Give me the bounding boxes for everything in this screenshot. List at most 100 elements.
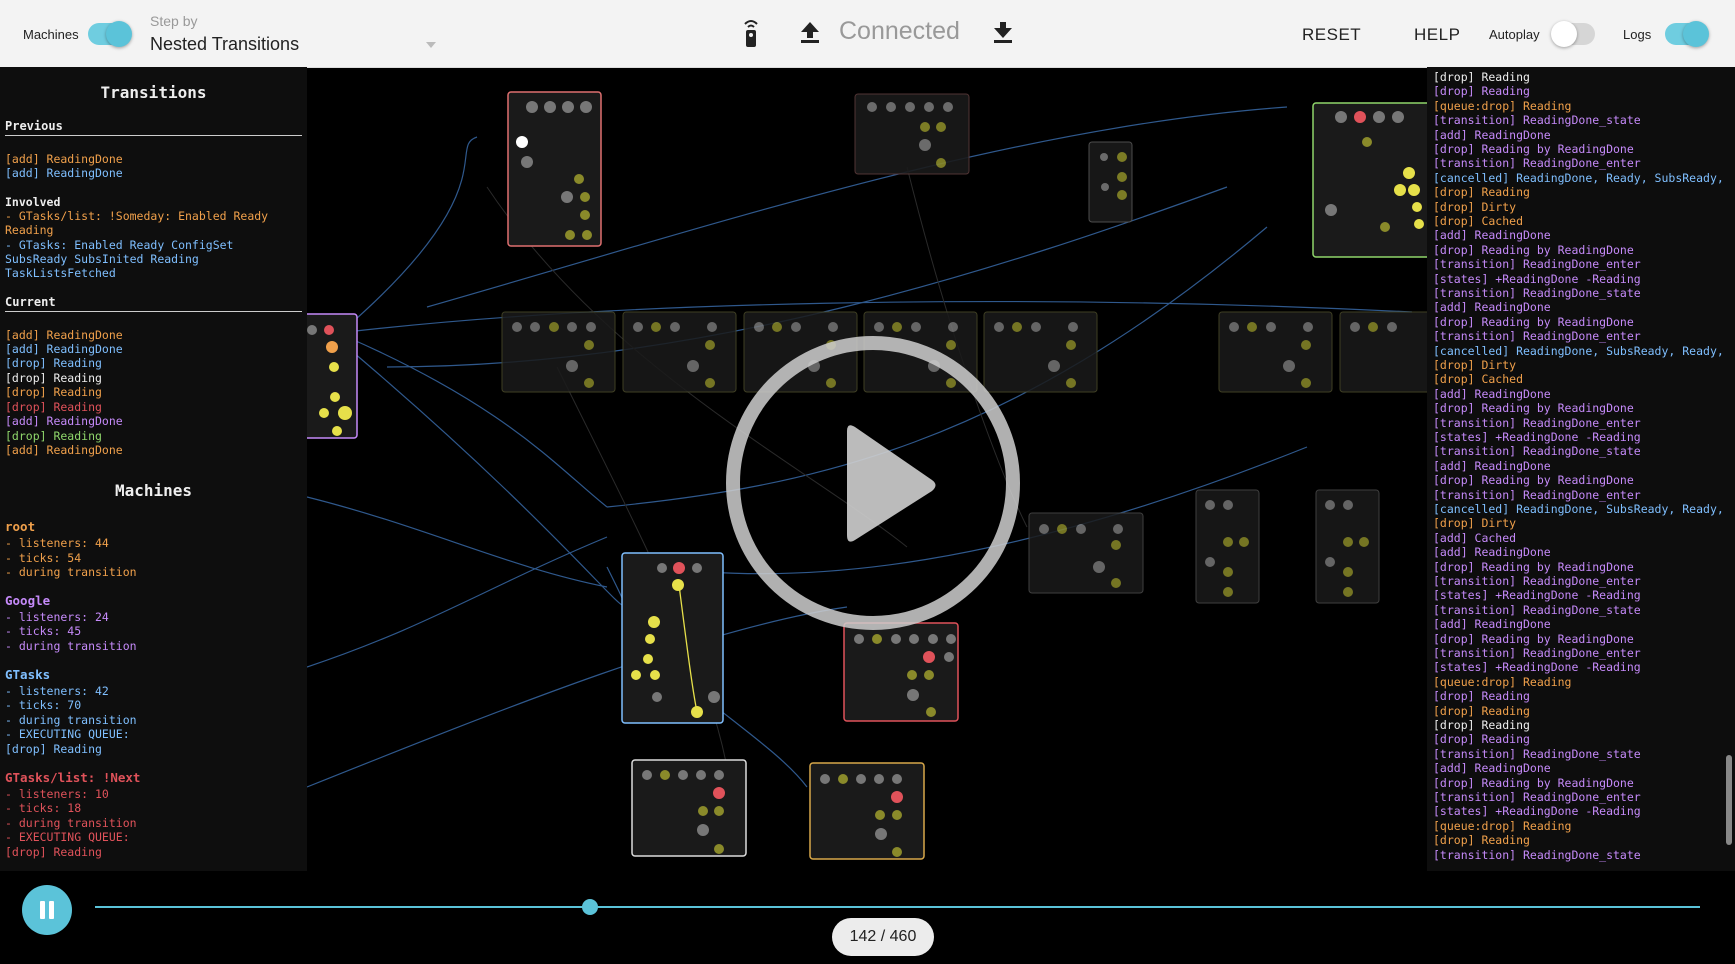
log-line: [transition] ReadingDone_state [1433,444,1641,459]
log-line: [transition] ReadingDone_enter [1433,646,1641,660]
log-panel[interactable]: [drop] Reading [drop] Reading [queue:drop]… [1427,67,1735,871]
play-overlay-icon[interactable] [725,335,1021,631]
machines-toggle[interactable] [88,21,132,47]
log-line: [queue:drop] Reading [1433,98,1572,113]
log-line: [drop] Reading by ReadingDone [1433,631,1634,646]
current-item: [drop] Reading [5,371,102,385]
current-item: [add] ReadingDone [5,328,123,342]
previous-item: [add] ReadingDone [5,152,123,166]
current-item: [add] ReadingDone [5,443,123,457]
log-line: [add] ReadingDone [1433,228,1551,243]
log-line: [drop] Reading by ReadingDone [1433,775,1634,790]
machine-top-2[interactable] [854,93,970,175]
log-line: [transition] ReadingDone_state [1433,602,1641,617]
pause-button[interactable] [22,885,72,935]
log-line: [queue:drop] Reading [1433,818,1572,833]
log-line: [add] Cached [1433,530,1517,545]
log-line: [add] ReadingDone [1433,300,1551,315]
machine-gtasks[interactable] [621,552,724,724]
machine-detail: [drop] Reading [5,742,102,756]
log-line: [transition] ReadingDone_enter [1433,487,1641,502]
machine-name[interactable]: root [5,520,35,534]
log-line: [drop] Reading [1433,70,1530,84]
previous-item: [add] ReadingDone [5,166,123,180]
machine-white[interactable] [631,759,747,857]
machine-detail: - listeners: 10 [5,787,109,801]
log-line: [drop] Cached [1433,372,1524,387]
log-line: [drop] Dirty [1433,199,1517,214]
machine-detail: - ticks: 54 [5,551,82,565]
toolbar: Machines Step by Nested Transitions Conn… [0,0,1735,68]
machine-orange[interactable] [809,762,925,860]
log-line: [transition] ReadingDone_enter [1433,156,1641,171]
log-line: [drop] Reading [1433,833,1530,848]
machine-top-3[interactable] [1088,141,1133,223]
log-line: [cancelled] ReadingDone, SubsReady, Read… [1433,502,1724,516]
logs-label: Logs [1623,27,1652,42]
involved-label: Involved [5,195,61,209]
machine-google[interactable] [307,313,358,439]
machine-top-1[interactable] [507,91,602,247]
log-line: [add] ReadingDone [1433,127,1551,142]
involved-item: - GTasks: Enabled Ready ConfigSet SubsRe… [5,238,234,280]
download-icon[interactable] [993,22,1013,49]
log-line: [transition] ReadingDone_state [1433,847,1641,862]
upload-icon[interactable] [800,22,820,49]
logs-toggle[interactable] [1665,21,1709,47]
log-line: [drop] Reading by ReadingDone [1433,559,1634,574]
current-label: Current [5,295,56,309]
machine-row-2[interactable] [1028,489,1380,604]
machine-detail: [drop] Reading [5,845,102,859]
help-button[interactable]: HELP [1414,25,1460,45]
log-line: [transition] ReadingDone_enter [1433,329,1641,344]
log-line: [transition] ReadingDone_state [1433,286,1641,300]
log-line: [drop] Dirty [1433,358,1517,372]
machines-label: Machines [23,27,79,42]
step-by-label: Step by [150,13,198,29]
log-line: [drop] Reading [1433,732,1530,747]
step-by-select[interactable]: Nested Transitions [150,34,440,60]
log-line: [states] +ReadingDone -Reading [1433,271,1641,286]
machine-name[interactable]: GTasks [5,668,50,682]
log-line: [cancelled] ReadingDone, Ready, SubsRead… [1433,170,1724,185]
log-line: [drop] Reading [1433,689,1530,704]
log-line: [transition] ReadingDone_enter [1433,257,1641,272]
autoplay-toggle[interactable] [1551,21,1595,47]
log-line: [drop] Reading [1433,84,1530,99]
autoplay-label: Autoplay [1489,27,1540,42]
log-line: [add] ReadingDone [1433,386,1551,401]
log-line: [drop] Cached [1433,214,1524,228]
log-line: [states] +ReadingDone -Reading [1433,804,1641,819]
timeline-track[interactable] [95,906,1700,908]
current-item: [drop] Reading [5,385,102,399]
machine-detail: - listeners: 24 [5,610,109,624]
machine-detail: - during transition [5,816,137,830]
log-line: [add] ReadingDone [1433,761,1551,776]
log-line: [cancelled] ReadingDone, SubsReady, Read… [1433,343,1724,358]
log-line: [drop] Reading [1433,718,1530,732]
log-scrollbar[interactable] [1726,755,1732,845]
reset-button[interactable]: RESET [1302,25,1361,45]
log-line: [queue:drop] Reading [1433,674,1572,689]
log-line: [transition] ReadingDone_state [1433,113,1641,128]
current-item: [add] ReadingDone [5,414,123,428]
machine-name[interactable]: Google [5,594,50,608]
log-line: [states] +ReadingDone -Reading [1433,588,1641,603]
involved-item: - GTasks/list: !Someday: Enabled Ready R… [5,209,269,237]
machine-name[interactable]: GTasks/list: !Next [5,771,140,785]
current-item: [drop] Reading [5,400,102,414]
machine-detail: - during transition [5,713,137,727]
machine-detail: - EXECUTING QUEUE: [5,727,130,741]
log-line: [add] ReadingDone [1433,545,1551,560]
current-item: [drop] Reading [5,356,102,370]
machine-detail: - ticks: 18 [5,801,82,815]
log-line: [add] ReadingDone [1433,458,1551,473]
log-line: [transition] ReadingDone_enter [1433,415,1641,430]
remote-icon[interactable] [742,18,760,53]
machine-detail: - ticks: 45 [5,624,82,638]
log-line: [drop] Reading by ReadingDone [1433,242,1634,257]
log-line: [drop] Reading by ReadingDone [1433,142,1634,156]
machine-gtasks-right[interactable] [1312,102,1427,258]
transitions-title: Transitions [100,83,207,102]
machine-red-1[interactable] [843,622,959,722]
